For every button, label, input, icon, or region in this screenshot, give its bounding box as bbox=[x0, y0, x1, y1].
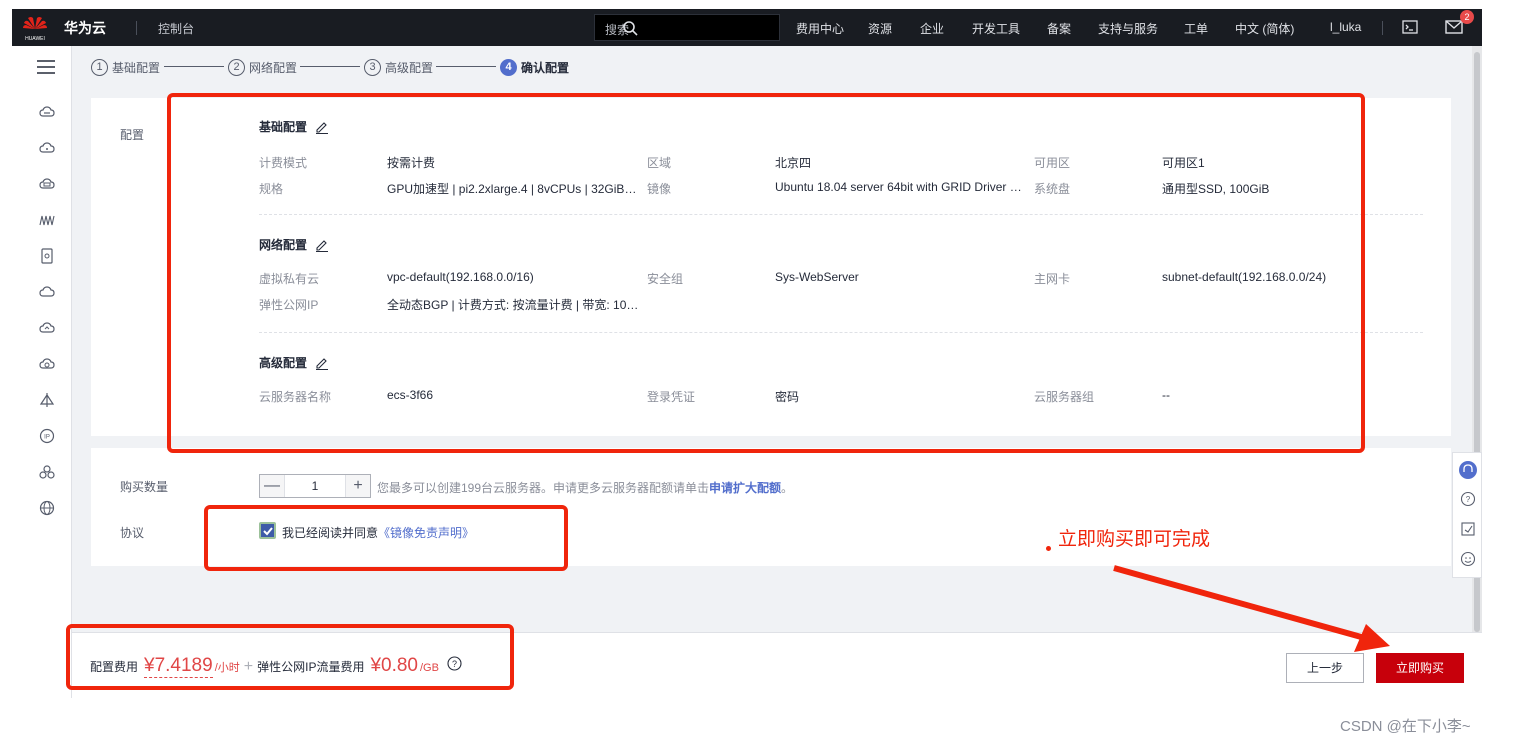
nav-resources[interactable]: 资源 bbox=[868, 20, 892, 37]
step-number: 3 bbox=[364, 58, 381, 76]
headset-icon[interactable] bbox=[1459, 461, 1477, 479]
step-basic-config[interactable]: 1 基础配置 bbox=[91, 58, 160, 76]
group-icon[interactable] bbox=[39, 464, 55, 480]
storage-icon[interactable] bbox=[39, 248, 55, 264]
quota-hint: 您最多可以创建199台云服务器。申请更多云服务器配额请单击申请扩大配额。 bbox=[377, 479, 793, 496]
step-confirm-config[interactable]: 4 确认配置 bbox=[500, 58, 569, 76]
cdn-icon[interactable] bbox=[39, 392, 55, 408]
divider bbox=[136, 21, 137, 35]
agreement-label: 协议 bbox=[120, 526, 145, 540]
network-cloud-icon[interactable] bbox=[39, 320, 55, 336]
elastic-ip-icon[interactable]: IP bbox=[39, 428, 55, 444]
step-advanced-config[interactable]: 3 高级配置 bbox=[364, 58, 433, 76]
nav-billing-center[interactable]: 费用中心 bbox=[796, 20, 844, 37]
ecs-cloud-icon[interactable] bbox=[39, 104, 55, 120]
svg-text:IP: IP bbox=[44, 435, 50, 441]
annotation-box-fee bbox=[66, 624, 514, 690]
globe-icon[interactable] bbox=[39, 500, 55, 516]
wizard-steps: 1 基础配置 2 网络配置 3 高级配置 4 确认配置 bbox=[72, 46, 1472, 86]
nav-username[interactable]: l_luka bbox=[1330, 20, 1361, 34]
config-section-label: 配置 bbox=[120, 128, 145, 142]
logo-text: HUAWEI bbox=[25, 36, 45, 42]
smiley-icon[interactable] bbox=[1460, 551, 1476, 567]
step-connector bbox=[300, 66, 360, 67]
quantity-input[interactable]: 1 bbox=[284, 475, 346, 497]
quantity-stepper: — 1 + bbox=[259, 474, 371, 498]
monitor-wave-icon[interactable] bbox=[39, 212, 55, 228]
step-connector bbox=[436, 66, 496, 67]
search-input[interactable]: 搜索 bbox=[594, 14, 780, 41]
step-number: 1 bbox=[91, 58, 108, 76]
annotation-dot bbox=[1046, 546, 1051, 551]
annotation-arrow bbox=[1113, 565, 1390, 652]
app-window: HUAWEI 华为云 控制台 搜索 费用中心 资源 企业 开发工具 备案 支持与… bbox=[0, 0, 1524, 744]
annotation-box-config bbox=[167, 93, 1365, 453]
huawei-logo[interactable]: HUAWEI bbox=[20, 12, 50, 42]
divider bbox=[1382, 21, 1383, 35]
nav-support[interactable]: 支持与服务 bbox=[1098, 20, 1158, 37]
nav-dev-tools[interactable]: 开发工具 bbox=[972, 20, 1020, 37]
notification-badge: 2 bbox=[1460, 10, 1474, 24]
quota-hint-end: 。 bbox=[781, 481, 794, 495]
floating-toolbar: ? bbox=[1452, 452, 1482, 578]
cloud-outline-icon[interactable] bbox=[39, 284, 55, 300]
brand-name[interactable]: 华为云 bbox=[64, 18, 106, 38]
step-number: 2 bbox=[228, 58, 245, 76]
console-link[interactable]: 控制台 bbox=[158, 20, 194, 37]
step-label: 确认配置 bbox=[521, 60, 570, 75]
feedback-icon[interactable] bbox=[1460, 521, 1476, 537]
watermark: CSDN @在下小李~ bbox=[1340, 718, 1471, 735]
cloud-sync-icon[interactable] bbox=[39, 356, 55, 372]
nav-tickets[interactable]: 工单 bbox=[1184, 20, 1208, 37]
annotation-box-agreement bbox=[204, 505, 568, 571]
search-icon[interactable] bbox=[622, 20, 638, 36]
step-label: 网络配置 bbox=[249, 60, 298, 75]
annotation-text: 立即购买即可完成 bbox=[1058, 529, 1211, 550]
top-navigation-bar: HUAWEI 华为云 控制台 搜索 费用中心 资源 企业 开发工具 备案 支持与… bbox=[12, 9, 1482, 46]
help-icon[interactable]: ? bbox=[1460, 491, 1476, 507]
quota-hint-text: 您最多可以创建199台云服务器。申请更多云服务器配额请单击 bbox=[377, 481, 710, 495]
step-number: 4 bbox=[500, 58, 517, 76]
step-label: 基础配置 bbox=[112, 60, 161, 75]
cloud-icon[interactable] bbox=[39, 140, 55, 156]
apply-quota-link[interactable]: 申请扩大配额 bbox=[709, 481, 781, 495]
decrement-button[interactable]: — bbox=[260, 475, 284, 497]
database-cloud-icon[interactable] bbox=[39, 176, 55, 192]
terminal-icon[interactable] bbox=[1402, 19, 1418, 35]
step-network-config[interactable]: 2 网络配置 bbox=[228, 58, 297, 76]
step-connector bbox=[164, 66, 224, 67]
sidebar: IP bbox=[12, 46, 72, 698]
increment-button[interactable]: + bbox=[346, 475, 370, 497]
nav-enterprise[interactable]: 企业 bbox=[920, 20, 944, 37]
nav-language[interactable]: 中文 (简体) bbox=[1235, 20, 1294, 37]
quantity-label: 购买数量 bbox=[120, 480, 169, 494]
menu-icon[interactable] bbox=[37, 60, 55, 74]
step-label: 高级配置 bbox=[385, 60, 434, 75]
svg-text:?: ? bbox=[1466, 495, 1471, 504]
nav-filing[interactable]: 备案 bbox=[1047, 20, 1071, 37]
